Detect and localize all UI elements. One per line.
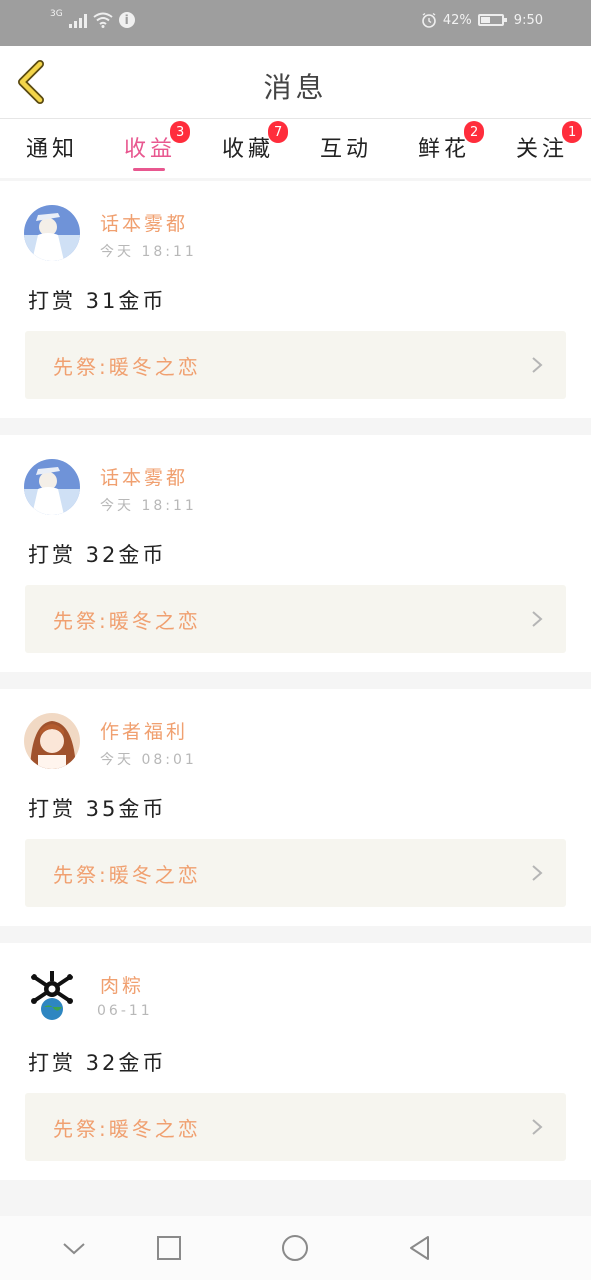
book-link[interactable]: 先祭:暖冬之恋 (25, 331, 566, 399)
tab-label: 关注 (516, 137, 569, 162)
username[interactable]: 话本雾都 (100, 209, 188, 236)
tab-label: 鲜花 (418, 137, 471, 162)
battery-percent: 42% (442, 12, 472, 28)
message-time: 06-11 (97, 1003, 153, 1019)
chevron-right-icon (532, 865, 543, 881)
message-time: 今天 08:01 (100, 752, 197, 768)
message-card: 话本雾都 今天 18:11 打赏 31金币 先祭:暖冬之恋 (0, 181, 591, 418)
page-title: 消息 (263, 71, 328, 104)
book-title: 先祭:暖冬之恋 (53, 609, 201, 633)
username[interactable]: 作者福利 (100, 717, 188, 744)
info-icon: i (118, 12, 135, 28)
user-avatar[interactable] (24, 967, 80, 1023)
wifi-icon (93, 12, 113, 28)
network-type: 3G (50, 9, 63, 19)
tab-bar: 通知 收益 3 收藏 7 互动 鲜花 2 关注 1 (0, 119, 591, 178)
back-icon[interactable] (404, 1232, 436, 1264)
status-left: 3G i (50, 9, 135, 28)
reward-text: 打赏 35金币 (28, 797, 167, 821)
book-title: 先祭:暖冬之恋 (53, 1117, 201, 1141)
book-title: 先祭:暖冬之恋 (53, 355, 201, 379)
book-link[interactable]: 先祭:暖冬之恋 (25, 1093, 566, 1161)
tab-label: 互动 (320, 137, 373, 162)
book-link[interactable]: 先祭:暖冬之恋 (25, 585, 566, 653)
signal-icon (68, 12, 87, 28)
tab-favorites[interactable]: 收藏 7 (222, 121, 289, 163)
tab-follows[interactable]: 关注 1 (516, 121, 583, 163)
tab-flowers[interactable]: 鲜花 2 (418, 121, 485, 163)
tab-earnings[interactable]: 收益 3 (124, 121, 191, 163)
chevron-right-icon (532, 1119, 543, 1135)
reward-text: 打赏 32金币 (28, 1051, 167, 1075)
status-right: 42% 9:50 (421, 12, 543, 28)
header: 消息 (0, 46, 591, 119)
book-link[interactable]: 先祭:暖冬之恋 (25, 839, 566, 907)
tab-badge: 2 (464, 121, 485, 143)
alarm-icon (422, 12, 436, 28)
tab-badge: 3 (170, 121, 191, 143)
collapse-icon[interactable] (58, 1232, 90, 1264)
battery-icon (477, 14, 507, 26)
username[interactable]: 肉粽 (100, 971, 144, 998)
username[interactable]: 话本雾都 (100, 463, 188, 490)
chevron-right-icon (532, 357, 543, 373)
home-icon[interactable] (279, 1232, 311, 1264)
message-card: 作者福利 今天 08:01 打赏 35金币 先祭:暖冬之恋 (0, 689, 591, 926)
tab-label: 收益 (124, 137, 177, 162)
message-time: 今天 18:11 (100, 498, 197, 514)
clock: 9:50 (513, 12, 543, 28)
system-nav-bar (0, 1216, 591, 1280)
user-avatar[interactable] (24, 713, 80, 769)
reward-text: 打赏 31金币 (28, 289, 167, 313)
user-avatar[interactable] (24, 459, 80, 515)
message-card: 话本雾都 今天 18:11 打赏 32金币 先祭:暖冬之恋 (0, 435, 591, 672)
book-title: 先祭:暖冬之恋 (53, 863, 201, 887)
reward-text: 打赏 32金币 (28, 543, 167, 567)
active-tab-indicator (133, 168, 165, 171)
chevron-right-icon (532, 611, 543, 627)
tab-interactions[interactable]: 互动 (320, 131, 372, 163)
message-card: 肉粽 06-11 打赏 32金币 先祭:暖冬之恋 (0, 943, 591, 1180)
tab-notifications[interactable]: 通知 (26, 131, 78, 163)
tab-label: 通知 (26, 137, 79, 162)
message-time: 今天 18:11 (100, 244, 197, 260)
tab-label: 收藏 (222, 137, 275, 162)
status-bar: 3G i 42% 9:50 (0, 0, 591, 46)
tab-badge: 1 (562, 121, 583, 143)
user-avatar[interactable] (24, 205, 80, 261)
tab-badge: 7 (268, 121, 289, 143)
recent-apps-icon[interactable] (153, 1232, 185, 1264)
